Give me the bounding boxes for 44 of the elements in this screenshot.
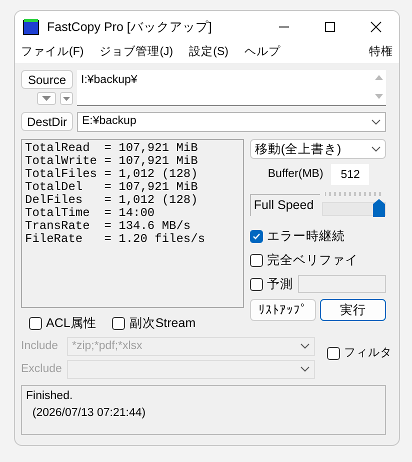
tick-marks <box>324 192 381 197</box>
run-button[interactable]: 実行 <box>320 299 386 321</box>
source-field[interactable]: I:¥backup¥ <box>77 70 386 106</box>
log-line: (2026/07/13 07:21:44) <box>31 406 147 421</box>
log-line: Finished. <box>26 388 74 404</box>
stats-line: TransRate = 134.6 MB/s <box>25 220 192 233</box>
checkbox[interactable]: フィルタ <box>327 344 392 362</box>
menu-item[interactable]: 特権 <box>369 44 393 62</box>
stats-line: DelFiles = 1,012 (128) <box>25 194 199 207</box>
caret-icon[interactable] <box>371 146 381 152</box>
stats-line: TotalDel = 107,921 MiB <box>25 181 199 194</box>
buffer-field[interactable]: 512 <box>331 164 370 185</box>
menu-item[interactable]: ヘルプ <box>244 44 280 62</box>
menu-item[interactable]: 設定(S) <box>189 44 228 62</box>
stats-line: TotalFiles = 1,012 (128) <box>25 168 199 181</box>
stats-line: TotalTime = 14:00 <box>25 207 156 220</box>
caret-icon[interactable] <box>371 119 381 125</box>
dropdown-button[interactable] <box>37 92 56 105</box>
exclude-label: Exclude <box>21 362 63 377</box>
checkbox[interactable]: 予測 <box>250 274 293 294</box>
checkbox[interactable]: 完全ベリファイ <box>250 250 358 270</box>
buffer-label: Buffer(MB) <box>268 166 324 182</box>
app-icon <box>23 19 39 35</box>
stats-line: TotalWrite = 107,921 MiB <box>25 155 199 168</box>
slider-track[interactable] <box>322 202 386 216</box>
stats-line: FileRate = 1.20 files/s <box>25 233 206 246</box>
include-label: Include <box>21 338 60 354</box>
mode-dropdown[interactable]: 移動(全上書き) <box>250 139 386 159</box>
prediction-field[interactable] <box>298 275 386 293</box>
destination-field[interactable]: E:¥backup <box>77 112 386 132</box>
menu-item[interactable]: ファイル(F) <box>21 44 84 62</box>
listup-button[interactable]: ﾘｽﾄｱｯﾌﾟ <box>250 299 316 321</box>
speed-label: Full Speed <box>250 194 320 216</box>
source-button[interactable]: Source <box>21 70 73 89</box>
slider-thumb[interactable] <box>372 199 385 217</box>
window-title: FastCopy Pro [バックアップ] <box>47 18 213 36</box>
dropdown-button[interactable] <box>60 92 73 105</box>
destdir-button[interactable]: DestDir <box>21 112 73 131</box>
checkbox[interactable]: 副次Stream <box>112 314 196 333</box>
menu-item[interactable]: ジョブ管理(J) <box>100 44 174 62</box>
check-icon <box>252 232 261 240</box>
stats-line: TotalRead = 107,921 MiB <box>25 142 199 155</box>
checkbox[interactable]: ACL属性 <box>29 314 96 333</box>
checkbox[interactable]: エラー時継続 <box>250 226 345 246</box>
